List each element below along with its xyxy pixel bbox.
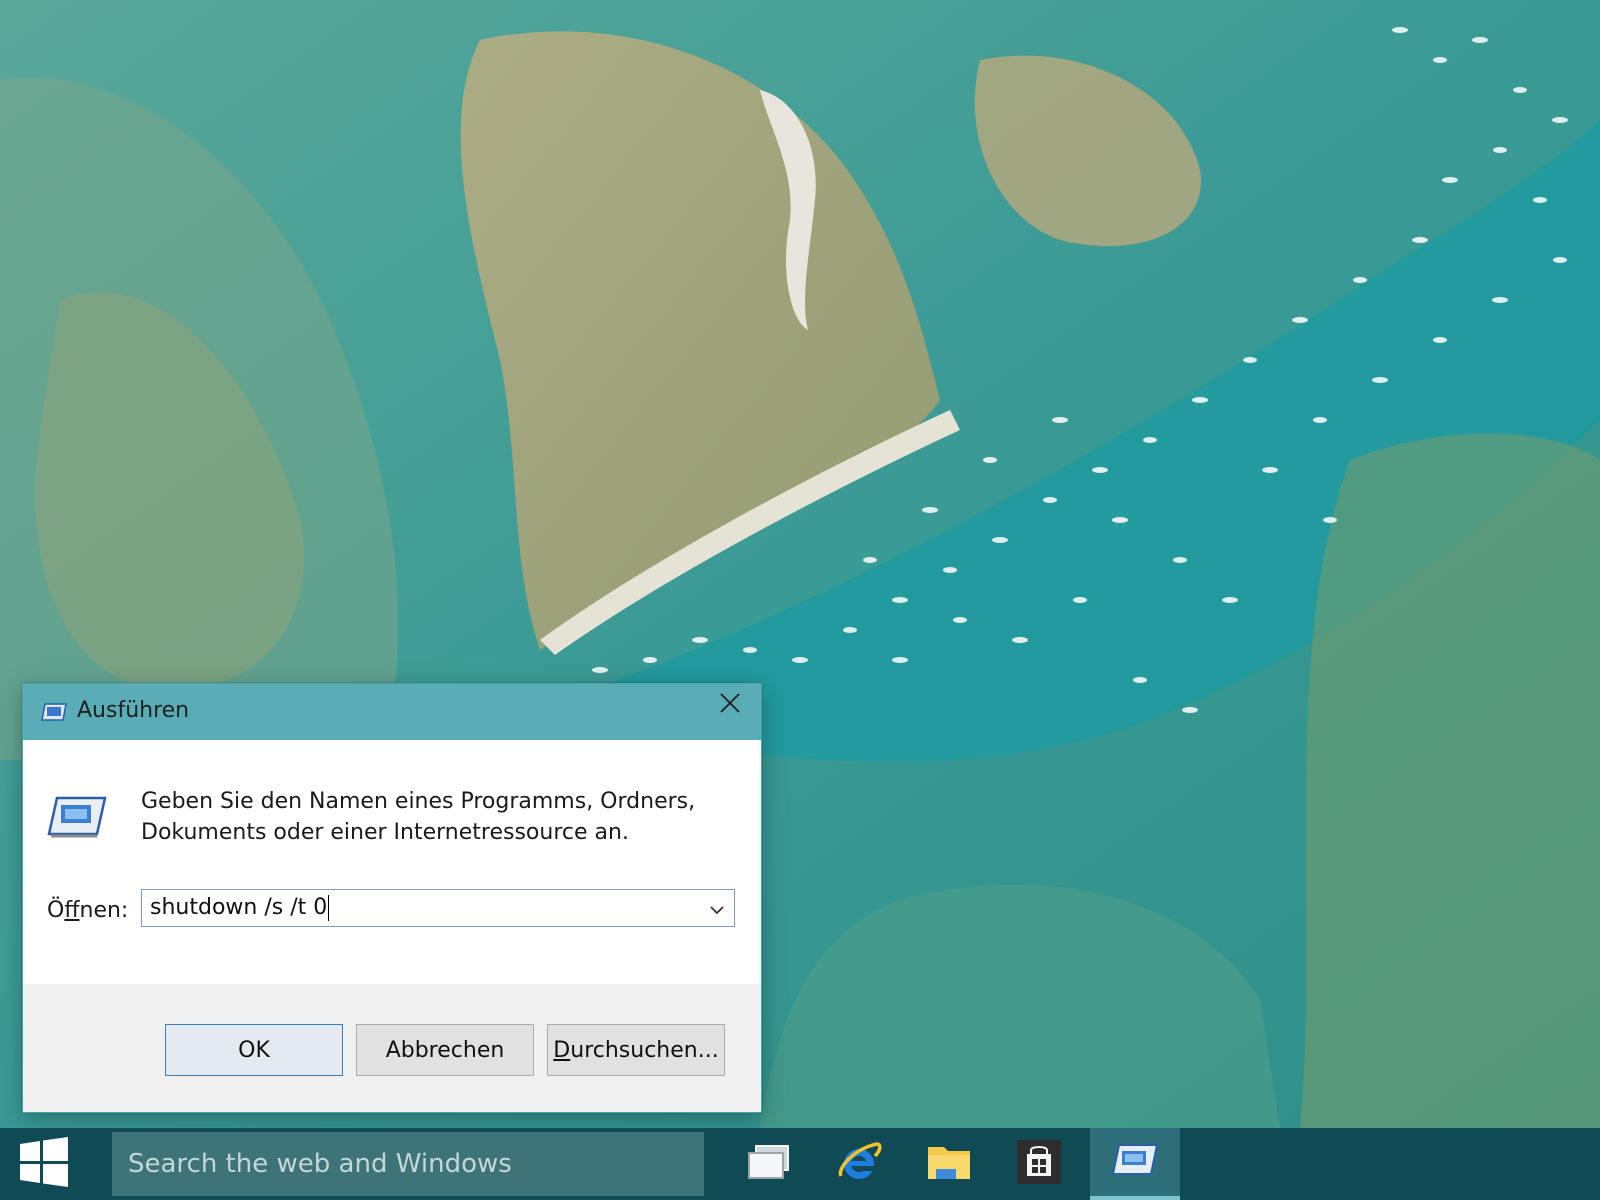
taskbar-item-task-view[interactable] (724, 1128, 814, 1200)
command-input[interactable]: shutdown /s /t 0 (150, 895, 330, 921)
browse-button[interactable]: Durchsuchen... (547, 1024, 725, 1076)
browse-accelerator: D (553, 1037, 571, 1063)
run-icon (41, 702, 67, 722)
command-value: shutdown /s /t 0 (150, 895, 328, 920)
open-label-prefix: Ö (47, 898, 65, 923)
title-bar[interactable]: Ausführen (23, 684, 761, 740)
run-dialog: Ausführen Geben Sie den Namen eines Prog… (22, 683, 762, 1113)
dialog-footer: OK Abbrechen Durchsuchen... (23, 984, 761, 1112)
close-button[interactable] (699, 684, 761, 726)
internet-explorer-icon (835, 1138, 883, 1190)
taskbar-item-file-explorer[interactable] (904, 1128, 994, 1200)
taskbar-item-internet-explorer[interactable] (814, 1128, 904, 1200)
taskbar-item-run[interactable] (1090, 1128, 1180, 1200)
task-view-icon (746, 1144, 792, 1184)
command-combobox[interactable]: shutdown /s /t 0 (141, 889, 735, 927)
dropdown-button[interactable] (706, 898, 728, 920)
dialog-description: Geben Sie den Namen eines Programms, Ord… (141, 786, 741, 848)
cancel-button[interactable]: Abbrechen (356, 1024, 534, 1076)
start-button[interactable] (0, 1128, 88, 1200)
taskbar-search-box[interactable] (112, 1132, 704, 1196)
description-line-2: Dokuments oder einer Internetressource a… (141, 820, 629, 845)
windows-logo-icon (18, 1136, 70, 1192)
close-icon (719, 692, 741, 718)
store-icon (1015, 1138, 1063, 1190)
dialog-title: Ausführen (77, 698, 190, 723)
chevron-down-icon (710, 900, 724, 919)
taskbar-item-store[interactable] (994, 1128, 1084, 1200)
browse-label: urchsuchen... (570, 1037, 719, 1063)
text-caret (328, 895, 330, 921)
description-line-1: Geben Sie den Namen eines Programms, Ord… (141, 789, 696, 814)
open-label: Öffnen: (47, 898, 128, 923)
taskbar-search-input[interactable] (112, 1132, 704, 1196)
ok-button[interactable]: OK (165, 1024, 343, 1076)
folder-icon (926, 1141, 972, 1187)
open-label-accelerator: f (64, 898, 80, 923)
run-icon (47, 794, 107, 840)
run-icon (1111, 1142, 1159, 1182)
taskbar (0, 1128, 1600, 1200)
open-label-suffix: fnen: (79, 898, 129, 923)
